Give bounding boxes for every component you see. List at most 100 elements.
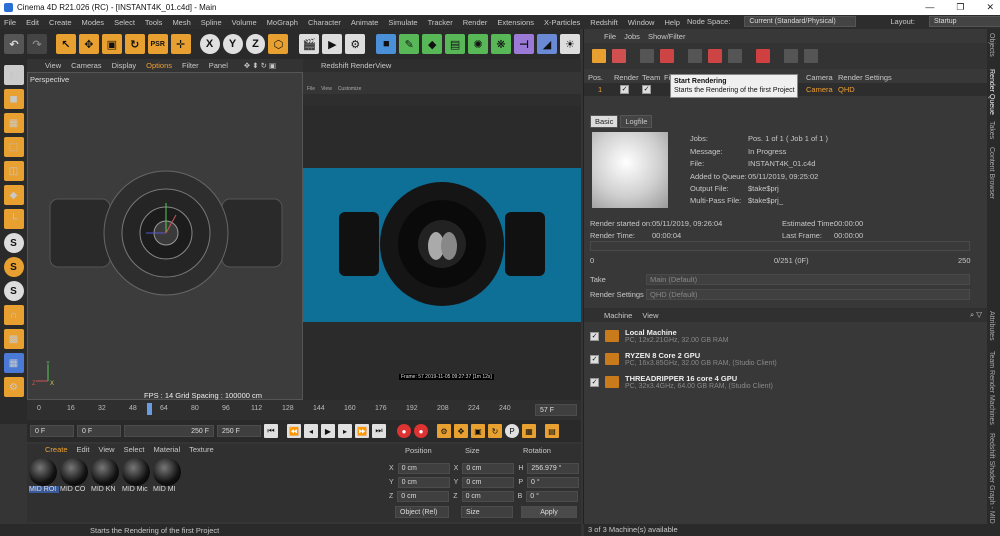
grid-icon[interactable]: ▩ [3, 329, 24, 349]
remove-job-icon[interactable] [612, 49, 626, 63]
pen-icon[interactable]: ✎ [399, 34, 420, 54]
render-settings-icon[interactable]: ⚙ [345, 34, 366, 54]
minimize-icon[interactable]: — [925, 2, 934, 13]
snap-settings-icon[interactable]: S [3, 257, 24, 277]
render-settings-select[interactable]: QHD (Default) [646, 288, 970, 300]
current-frame-field[interactable]: 57 F [535, 404, 577, 416]
deformer-icon[interactable]: ✺ [468, 34, 489, 54]
axis-mode-icon[interactable]: └ [3, 209, 24, 229]
record-icon[interactable]: ● [397, 424, 411, 438]
menu-volume[interactable]: Volume [232, 18, 257, 27]
play-icon[interactable]: ▶ [321, 424, 335, 438]
mat-menu-texture[interactable]: Texture [189, 445, 214, 454]
material-item[interactable]: MID ROI [29, 458, 59, 500]
side-tab-takes[interactable]: Takes [988, 121, 995, 139]
key-param-icon[interactable]: P [505, 424, 519, 438]
points-mode-icon[interactable]: ⬚ [3, 137, 24, 157]
x-axis-button[interactable]: X [199, 34, 220, 54]
next-frame-icon[interactable]: ▸ [338, 424, 352, 438]
menu-simulate[interactable]: Simulate [388, 18, 417, 27]
rq-menu-show-filter[interactable]: Show/Filter [648, 32, 686, 41]
viewport-menu-options[interactable]: Options [146, 61, 172, 70]
machine-menu-view[interactable]: View [642, 311, 658, 320]
z-axis-button[interactable]: Z [245, 34, 266, 54]
renderview-toolbar[interactable] [303, 94, 581, 106]
rq-menu-jobs[interactable]: Jobs [624, 32, 640, 41]
settings-icon[interactable]: ⚙ [3, 377, 24, 397]
layout-select[interactable]: Startup [928, 16, 1000, 27]
machine-item[interactable]: ✓ RYZEN 8 Core 2 GPU PC, 16x3.85GHz, 32.0… [590, 348, 980, 370]
rv-menu-view[interactable]: View [321, 86, 332, 94]
scene-icon[interactable]: ⊣ [514, 34, 534, 54]
viewport-menu-cameras[interactable]: Cameras [71, 61, 101, 70]
menu-help[interactable]: Help [664, 18, 679, 27]
machine-item[interactable]: ✓ THREADRIPPER 16 core 4 GPU PC, 32x3.4GH… [590, 371, 980, 393]
close-icon[interactable]: ✕ [986, 2, 994, 13]
next-key-icon[interactable]: ⏩ [355, 424, 369, 438]
menu-edit[interactable]: Edit [26, 18, 39, 27]
material-item[interactable]: MID CO [60, 458, 90, 500]
camera-icon[interactable]: ◢ [536, 34, 557, 54]
autokey-icon[interactable]: ● [414, 424, 428, 438]
side-tab-render-queue[interactable]: Render Queue [988, 69, 995, 115]
menu-spline[interactable]: Spline [201, 18, 222, 27]
position-z-field[interactable]: 0 cm [397, 491, 450, 502]
polygons-mode-icon[interactable]: ◆ [3, 185, 24, 205]
material-item[interactable]: MID MI [153, 458, 183, 500]
menu-redshift[interactable]: Redshift [590, 18, 618, 27]
menu-animate[interactable]: Animate [351, 18, 379, 27]
rotation-p-field[interactable]: 0 ° [527, 477, 580, 488]
menu-file[interactable]: File [4, 18, 16, 27]
stop-rendering-icon[interactable] [660, 49, 674, 63]
coordinate-system-icon[interactable]: ⬡ [268, 34, 289, 54]
subdivision-icon[interactable]: ◆ [422, 34, 443, 54]
menu-character[interactable]: Character [308, 18, 341, 27]
rotation-h-field[interactable]: 256.979 ° [527, 463, 580, 474]
timeline-icon[interactable]: ▤ [545, 424, 559, 438]
viewport-menu-view[interactable]: View [45, 61, 61, 70]
search-icon[interactable]: ⌕ ▽ [970, 310, 982, 320]
mat-menu-material[interactable]: Material [153, 445, 180, 454]
menu-tracker[interactable]: Tracker [428, 18, 453, 27]
close-job-icon[interactable] [804, 49, 818, 63]
side-tab-objects[interactable]: Objects [988, 33, 995, 57]
menu-render[interactable]: Render [463, 18, 488, 27]
rq-menu-file[interactable]: File [604, 32, 616, 41]
key-rotation-icon[interactable]: ↻ [488, 424, 502, 438]
texture-mode-icon[interactable]: ▦ [3, 113, 24, 133]
take-select[interactable]: Main (Default) [646, 273, 970, 285]
playhead[interactable] [147, 403, 152, 415]
mat-menu-edit[interactable]: Edit [77, 445, 90, 454]
light-icon[interactable]: ☀ [559, 34, 580, 54]
key-position-icon[interactable]: ✥ [454, 424, 468, 438]
mat-menu-select[interactable]: Select [124, 445, 145, 454]
viewport-menu-display[interactable]: Display [112, 61, 137, 70]
viewport-menu-panel[interactable]: Panel [209, 61, 228, 70]
scale-icon[interactable]: ▣ [101, 34, 122, 54]
viewport-nav-icons[interactable]: ✥ ⬍ ↻ ▣ [244, 61, 276, 70]
rotation-b-field[interactable]: 0 ° [526, 491, 579, 502]
log-icon[interactable] [708, 49, 722, 63]
team-checkbox[interactable]: ✓ [642, 85, 651, 94]
maximize-icon[interactable]: ❐ [956, 2, 964, 13]
render-view-icon[interactable]: ▶ [322, 34, 343, 54]
timeline-ruler[interactable]: 0 16 32 48 64 80 96 112 128 144 160 176 … [27, 400, 581, 420]
machine-checkbox[interactable]: ✓ [590, 377, 599, 387]
side-tab-team-render-machines[interactable]: Team Render Machines [988, 351, 995, 425]
position-y-field[interactable]: 0 cm [397, 477, 450, 488]
magnet-icon[interactable]: ∩ [3, 305, 24, 325]
size-mode-select[interactable]: Size [461, 506, 513, 518]
mat-menu-create[interactable]: Create [45, 445, 68, 454]
open-image-icon[interactable] [688, 49, 702, 63]
side-tab-content-browser[interactable]: Content Browser [988, 147, 995, 199]
make-editable-icon[interactable]: ◧ [3, 65, 24, 85]
key-scale-icon[interactable]: ▣ [471, 424, 485, 438]
live-select-icon[interactable]: ↖ [55, 34, 76, 54]
material-item[interactable]: MID KN [91, 458, 121, 500]
viewport-menu-filter[interactable]: Filter [182, 61, 199, 70]
y-axis-button[interactable]: Y [222, 34, 243, 54]
edges-mode-icon[interactable]: ◫ [3, 161, 24, 181]
picture-viewer-icon[interactable] [728, 49, 742, 63]
undo-icon[interactable]: ↶ [4, 34, 24, 54]
psr-icon[interactable]: PSR [147, 34, 168, 54]
